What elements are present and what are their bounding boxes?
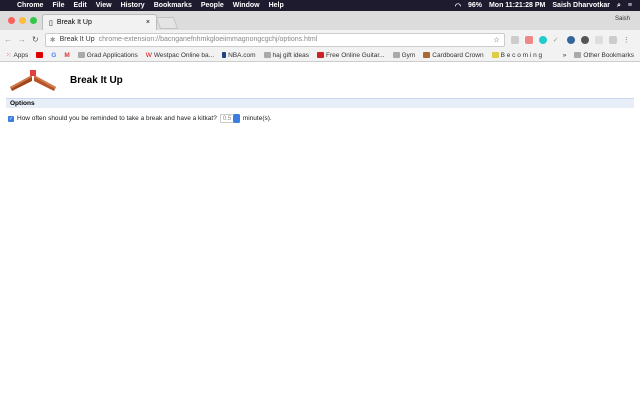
bookmark-grad-applications[interactable]: Grad Applications (77, 52, 138, 59)
bookmark-cardboard-crown[interactable]: Cardboard Crown (423, 52, 484, 59)
bookmark-nba[interactable]: NBA.com (222, 52, 256, 59)
address-bar[interactable]: ✱ Break It Up chrome-extension://bacngan… (44, 32, 505, 47)
page-title: Break It Up (70, 74, 123, 86)
menu-edit[interactable]: Edit (74, 2, 87, 9)
user-name[interactable]: Saish Dharvotkar (552, 2, 610, 9)
tab-strip: ▯ Break It Up × Saish (0, 11, 640, 30)
gmail-icon[interactable]: M (64, 52, 69, 59)
menu-people[interactable]: People (201, 2, 224, 9)
menu-help[interactable]: Help (269, 2, 284, 9)
unit-label: minute(s). (242, 115, 272, 122)
extension-icon-7[interactable] (594, 35, 603, 44)
apps-grid-icon: ⁙ (6, 52, 12, 59)
westpac-icon: W (145, 51, 152, 59)
extension-icon-1[interactable] (510, 35, 519, 44)
close-tab-icon[interactable]: × (146, 19, 150, 26)
bookmark-other[interactable]: Other Bookmarks (574, 52, 634, 59)
menu-file[interactable]: File (52, 2, 64, 9)
google-icon[interactable]: G (51, 52, 56, 59)
stepper-icon[interactable] (232, 114, 240, 123)
more-bookmarks-icon[interactable]: » (563, 52, 567, 59)
search-icon[interactable]: ⌕ (617, 2, 621, 10)
bookmarks-bar: ⁙ Apps G M Grad Applications W Westpac Onl… (0, 49, 640, 62)
forward-icon[interactable]: → (18, 35, 26, 44)
extension-icon-3[interactable] (538, 35, 547, 44)
extension-icon-5[interactable] (566, 35, 575, 44)
guitar-site-icon (317, 52, 325, 58)
maximize-window-button[interactable] (30, 17, 37, 24)
new-tab-button[interactable] (155, 17, 179, 29)
url-text: chrome-extension://bacnganefnhmkgloeiimm… (98, 36, 318, 43)
folder-icon (263, 52, 271, 58)
back-icon[interactable]: ← (4, 35, 12, 44)
bookmark-gym[interactable]: Gym (392, 52, 415, 59)
browser-toolbar: ← → ↻ ✱ Break It Up chrome-extension://b… (0, 30, 640, 49)
extension-icon-4[interactable]: ✓ (553, 36, 561, 44)
bookmark-guitar[interactable]: Free Online Guitar... (317, 52, 385, 59)
menu-list-icon[interactable]: ≡ (628, 2, 632, 9)
minimize-window-button[interactable] (19, 17, 26, 24)
menu-view[interactable]: View (96, 2, 112, 9)
reminder-checkbox[interactable]: ✓ (8, 115, 14, 122)
options-section-header: Options (6, 98, 634, 108)
chrome-menu-icon[interactable]: ⋮ (623, 36, 631, 44)
tab-break-it-up[interactable]: ▯ Break It Up × (42, 14, 157, 30)
youtube-icon[interactable] (36, 52, 44, 58)
site-name: Break It Up (59, 36, 95, 43)
folder-icon (77, 52, 85, 58)
star-icon[interactable]: ☆ (493, 36, 499, 44)
profile-button[interactable]: Saish (615, 16, 630, 22)
tab-title: Break It Up (56, 19, 92, 26)
reminder-interval-input[interactable]: 0.5 (219, 114, 240, 123)
becoming-icon (491, 52, 499, 58)
extension-icon-8[interactable] (608, 35, 617, 44)
kitkat-logo (8, 67, 58, 93)
reminder-option-row: ✓ How often should you be reminded to ta… (0, 108, 640, 129)
bookmark-haj-gift-ideas[interactable]: haj gift ideas (263, 52, 309, 59)
extension-icon-2[interactable] (524, 35, 533, 44)
clock[interactable]: Mon 11:21:28 PM (489, 2, 545, 9)
nba-icon (222, 52, 227, 58)
page-icon: ▯ (49, 19, 53, 27)
folder-icon (392, 52, 400, 58)
bookmark-becoming[interactable]: B e c o m i n g (491, 52, 542, 59)
battery-percent[interactable]: 96% (468, 2, 482, 9)
wifi-icon[interactable]: ◠ (455, 2, 461, 10)
menu-window[interactable]: Window (233, 2, 260, 9)
close-window-button[interactable] (8, 17, 15, 24)
page-header: Break It Up (0, 62, 640, 98)
extension-icon: ✱ (49, 36, 56, 44)
mac-menubar: Chrome File Edit View History Bookmarks … (0, 0, 640, 11)
folder-icon (574, 52, 582, 58)
bookmark-westpac[interactable]: W Westpac Online ba... (146, 52, 214, 59)
reload-icon[interactable]: ↻ (32, 35, 39, 44)
crown-icon (423, 52, 431, 58)
menu-history[interactable]: History (121, 2, 145, 9)
reminder-question: How often should you be reminded to take… (17, 115, 217, 122)
bookmark-apps[interactable]: ⁙ Apps (6, 51, 28, 60)
menu-app[interactable]: Chrome (17, 2, 43, 9)
menu-bookmarks[interactable]: Bookmarks (154, 2, 192, 9)
extension-icon-6[interactable] (580, 35, 589, 44)
